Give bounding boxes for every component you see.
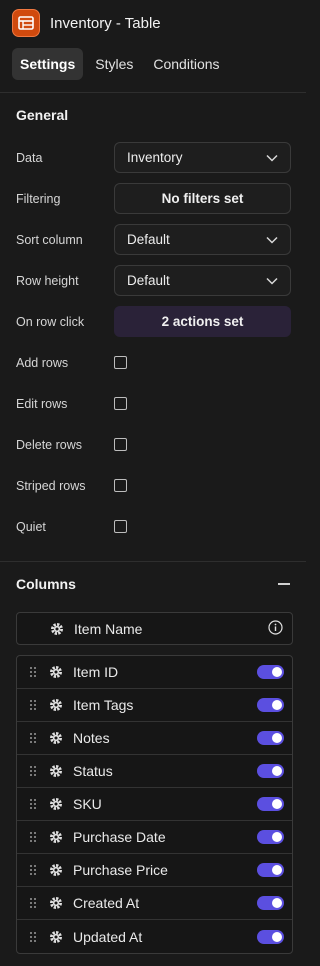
gear-icon[interactable] <box>50 622 64 636</box>
row-click-row: On row click 2 actions set <box>0 301 306 342</box>
drag-handle-icon[interactable] <box>27 732 39 744</box>
name-column-label: Item Name <box>74 620 143 637</box>
delete-rows-label: Delete rows <box>16 437 82 452</box>
table-icon <box>12 9 40 37</box>
quiet-checkbox[interactable] <box>114 520 127 533</box>
add-rows-checkbox[interactable] <box>114 356 127 369</box>
delete-rows-row: Delete rows <box>0 424 306 465</box>
sort-column-value: Default <box>127 232 170 247</box>
column-list: Item ID Item Tags Notes Status SKU Purchase D… <box>16 655 293 954</box>
gear-icon[interactable] <box>49 830 63 844</box>
collapse-icon[interactable] <box>278 583 290 585</box>
delete-rows-checkbox[interactable] <box>114 438 127 451</box>
filtering-row: Filtering No filters set <box>0 178 306 219</box>
gear-icon[interactable] <box>49 665 63 679</box>
column-item-status[interactable]: Status <box>17 755 292 788</box>
row-click-label: On row click <box>16 314 85 329</box>
column-visibility-toggle[interactable] <box>257 830 284 844</box>
column-visibility-toggle[interactable] <box>257 764 284 778</box>
row-height-row: Row height Default <box>0 260 306 301</box>
column-visibility-toggle[interactable] <box>257 896 284 910</box>
row-click-actions-button[interactable]: 2 actions set <box>114 306 291 337</box>
quiet-label: Quiet <box>16 519 46 534</box>
add-rows-label: Add rows <box>16 355 69 370</box>
filtering-button[interactable]: No filters set <box>114 183 291 214</box>
column-item-label: Status <box>73 763 113 779</box>
column-item-label: Notes <box>73 730 110 746</box>
data-label: Data <box>16 150 43 165</box>
columns-section-header: Columns <box>0 562 306 606</box>
column-item-notes[interactable]: Notes <box>17 722 292 755</box>
sort-column-row: Sort column Default <box>0 219 306 260</box>
add-rows-row: Add rows <box>0 342 306 383</box>
column-visibility-toggle[interactable] <box>257 929 284 944</box>
edit-rows-checkbox[interactable] <box>114 397 127 410</box>
chevron-down-icon <box>266 236 278 244</box>
drag-handle-icon[interactable] <box>27 831 39 843</box>
gear-icon[interactable] <box>49 797 63 811</box>
tab-settings[interactable]: Settings <box>12 48 84 80</box>
striped-rows-checkbox[interactable] <box>114 479 127 492</box>
drag-handle-icon[interactable] <box>27 864 39 876</box>
column-visibility-toggle[interactable] <box>257 665 284 679</box>
column-item-label: SKU <box>73 796 102 812</box>
edit-rows-label: Edit rows <box>16 396 68 411</box>
drag-handle-icon[interactable] <box>27 666 39 678</box>
row-height-label: Row height <box>16 273 79 288</box>
column-item-updated-at[interactable]: Updated At <box>17 920 292 953</box>
column-item-purchase-price[interactable]: Purchase Price <box>17 854 292 887</box>
column-item-label: Created At <box>73 895 140 911</box>
drag-handle-icon[interactable] <box>27 931 39 943</box>
columns-section-title: Columns <box>16 576 76 592</box>
data-row: Data Inventory <box>0 137 306 178</box>
drag-handle-icon[interactable] <box>27 798 39 810</box>
chevron-down-icon <box>266 277 278 285</box>
drag-handle-icon[interactable] <box>27 699 39 711</box>
edit-rows-row: Edit rows <box>0 383 306 424</box>
data-select[interactable]: Inventory <box>114 142 291 173</box>
column-visibility-toggle[interactable] <box>257 797 284 811</box>
general-section-header: General <box>0 93 306 137</box>
gear-icon[interactable] <box>49 731 63 745</box>
column-item-item-id[interactable]: Item ID <box>17 656 292 689</box>
sort-column-select[interactable]: Default <box>114 224 291 255</box>
quiet-row: Quiet <box>0 506 306 547</box>
column-item-purchase-date[interactable]: Purchase Date <box>17 821 292 854</box>
gear-icon[interactable] <box>49 764 63 778</box>
sort-column-label: Sort column <box>16 232 83 247</box>
tab-bar: Settings Styles Conditions <box>0 46 306 82</box>
column-visibility-toggle[interactable] <box>257 698 284 712</box>
column-visibility-toggle[interactable] <box>257 731 284 745</box>
data-select-value: Inventory <box>127 150 183 165</box>
column-item-label: Purchase Price <box>73 862 168 878</box>
panel-header: Inventory - Table <box>0 0 306 46</box>
striped-rows-row: Striped rows <box>0 465 306 506</box>
row-height-value: Default <box>127 273 170 288</box>
drag-handle-icon[interactable] <box>27 765 39 777</box>
info-icon[interactable] <box>268 619 283 638</box>
filtering-label: Filtering <box>16 191 61 206</box>
gear-icon[interactable] <box>49 896 63 910</box>
column-item-label: Item ID <box>73 664 119 680</box>
column-item-created-at[interactable]: Created At <box>17 887 292 920</box>
component-title: Inventory - Table <box>50 14 161 32</box>
general-section-title: General <box>16 107 69 123</box>
tab-conditions[interactable]: Conditions <box>145 48 227 80</box>
gear-icon[interactable] <box>49 698 63 712</box>
gear-icon[interactable] <box>49 863 63 877</box>
column-item-label: Item Tags <box>73 697 134 713</box>
column-visibility-toggle[interactable] <box>257 863 284 877</box>
general-settings: Data Inventory Filtering No filters set … <box>0 137 306 547</box>
column-item-label: Purchase Date <box>73 829 166 845</box>
drag-handle-icon[interactable] <box>27 897 39 909</box>
row-height-select[interactable]: Default <box>114 265 291 296</box>
chevron-down-icon <box>266 154 278 162</box>
tab-styles[interactable]: Styles <box>87 48 141 80</box>
gear-icon[interactable] <box>49 930 63 944</box>
striped-rows-label: Striped rows <box>16 478 86 493</box>
column-item-label: Updated At <box>73 928 143 945</box>
name-column-row[interactable]: Item Name <box>16 612 293 645</box>
column-item-sku[interactable]: SKU <box>17 788 292 821</box>
column-item-item-tags[interactable]: Item Tags <box>17 689 292 722</box>
